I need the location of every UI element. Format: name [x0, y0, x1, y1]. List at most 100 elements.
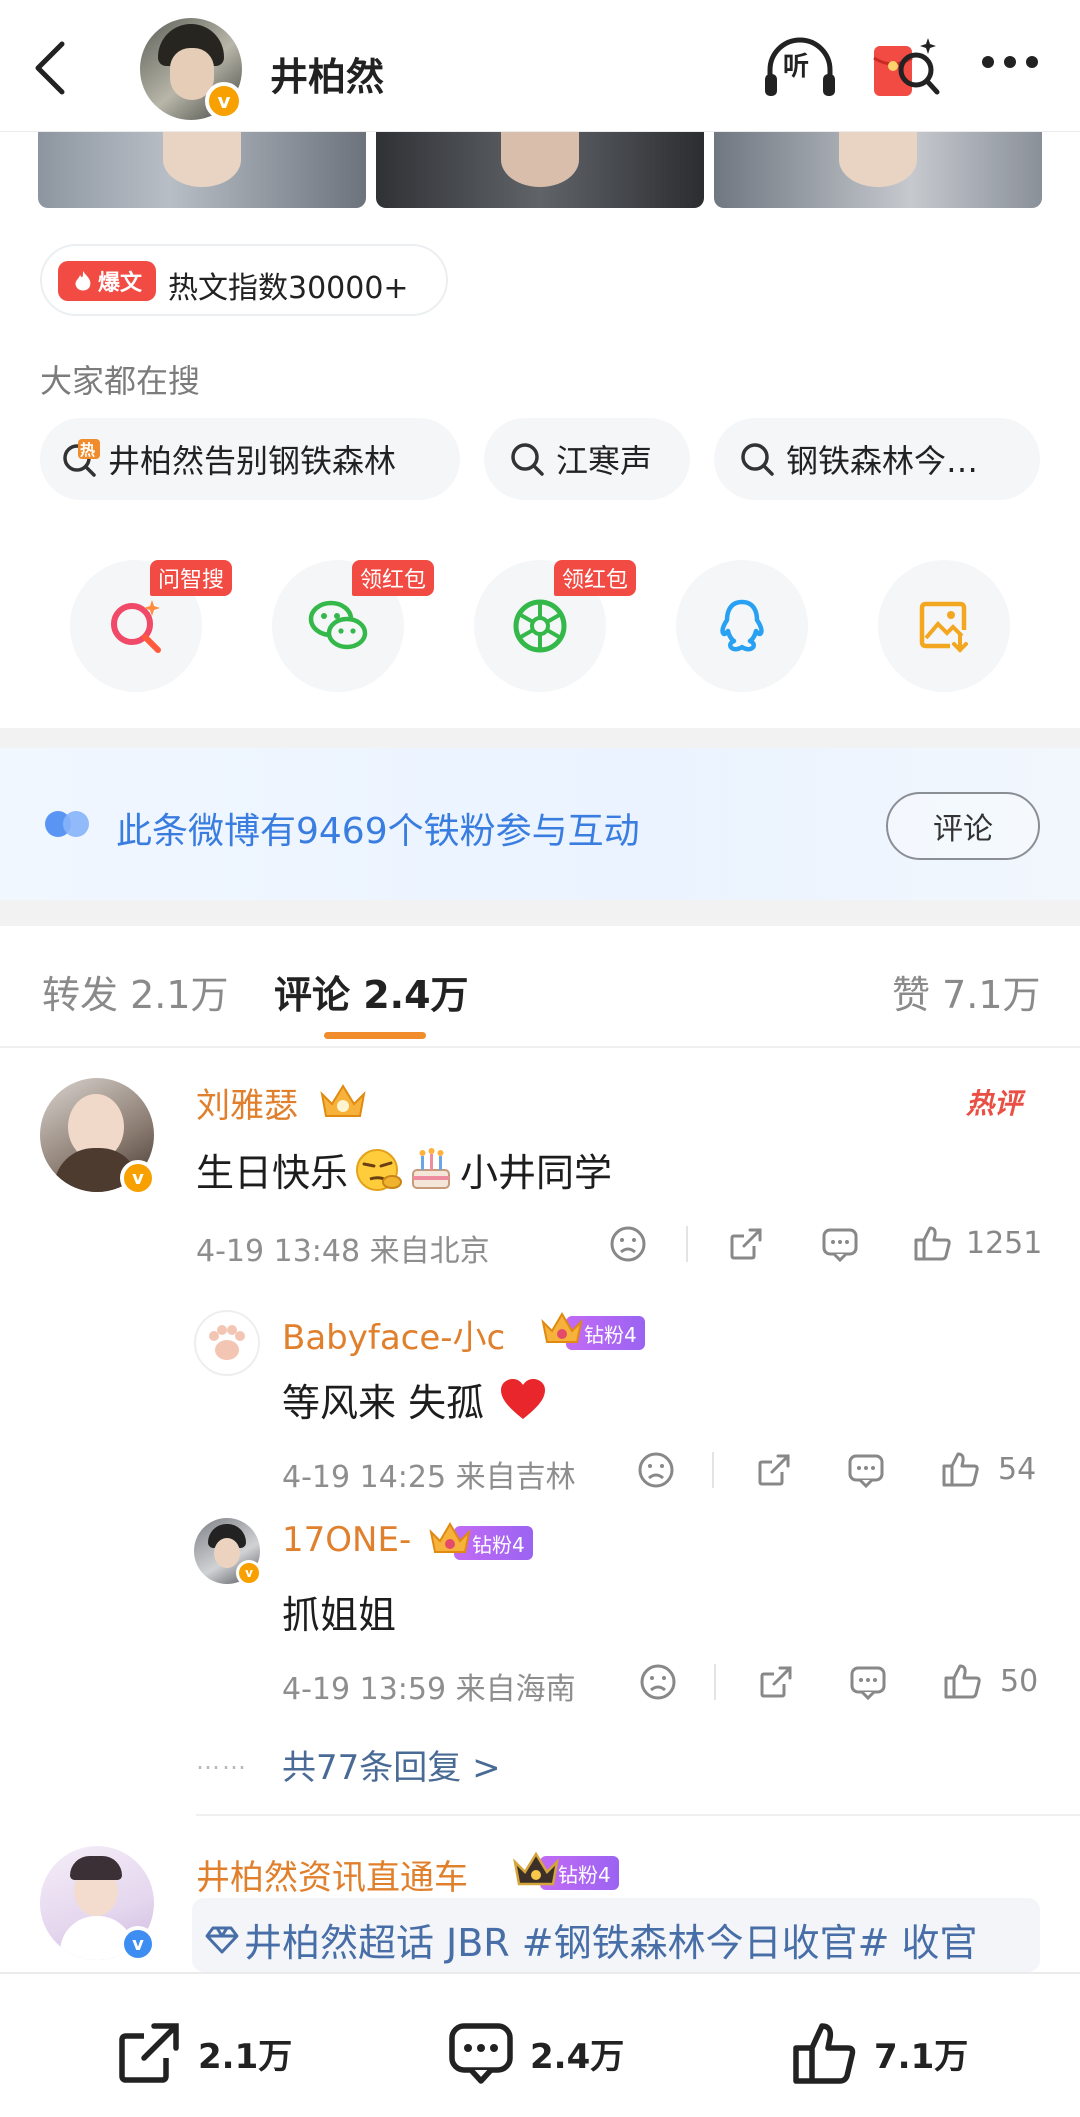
- headphone-icon[interactable]: 听: [762, 36, 838, 100]
- share-tag: 领红包: [554, 560, 637, 596]
- top-bar: v 井柏然 听: [0, 0, 1080, 132]
- comment-divider: [196, 1814, 1080, 1816]
- hot-article-tag: 爆文: [58, 261, 156, 301]
- meta-divider: [714, 1664, 716, 1700]
- like-icon[interactable]: [912, 1222, 954, 1268]
- supertopic-link[interactable]: 井柏然超话: [244, 1912, 434, 1967]
- comment-text-part: 生日快乐: [196, 1151, 349, 1195]
- tab-divider: [0, 1046, 1080, 1048]
- crown-icon: [428, 1520, 472, 1562]
- topic-text-row: 井柏然超话 JBR #钢铁森林今日收官# 收官: [204, 1912, 978, 1967]
- verified-icon: v: [120, 1926, 156, 1962]
- post-image[interactable]: [714, 132, 1042, 208]
- dislike-icon[interactable]: [638, 1662, 678, 1706]
- more-replies-link[interactable]: 共77条回复 >: [282, 1740, 501, 1789]
- dislike-icon[interactable]: [608, 1224, 648, 1268]
- cake-emoji-icon: [412, 1147, 451, 1189]
- search-heading: 大家都在搜: [40, 362, 201, 400]
- share-tag: 领红包: [352, 560, 435, 596]
- crown-icon: [512, 1850, 560, 1894]
- meta-divider: [712, 1452, 714, 1488]
- comment-text-part: 小井同学: [460, 1151, 613, 1195]
- reply-author-name[interactable]: Babyface-小c: [282, 1310, 505, 1359]
- time-text: 4-19 13:59: [282, 1672, 447, 1707]
- comment-icon[interactable]: [820, 1224, 860, 1268]
- location-text: 来自吉林: [455, 1460, 576, 1495]
- search-chip-label: 钢铁森林今…: [786, 442, 979, 480]
- like-button[interactable]: 7.1万: [790, 2018, 968, 2088]
- verified-icon: v: [236, 1560, 262, 1586]
- comment-count: 2.4万: [530, 2036, 625, 2077]
- verified-icon: v: [205, 82, 243, 120]
- time-text: 4-19 13:48: [196, 1234, 361, 1269]
- comment-button[interactable]: 评论: [886, 792, 1040, 860]
- search-chip[interactable]: 钢铁森林今…: [714, 418, 1040, 500]
- repost-button[interactable]: 2.1万: [114, 2018, 292, 2088]
- reply-time: 4-19 14:25 来自吉林: [282, 1452, 576, 1496]
- reply-text: 抓姐姐: [282, 1593, 397, 1637]
- search-chip[interactable]: 热 井柏然告别钢铁森林: [40, 418, 460, 500]
- meta-divider: [686, 1226, 688, 1262]
- verified-icon: v: [120, 1160, 156, 1196]
- share-icon[interactable]: [726, 1224, 766, 1268]
- back-icon[interactable]: [28, 38, 76, 98]
- smirk-emoji-icon: [356, 1148, 403, 1191]
- share-tag: 问智搜: [150, 560, 233, 596]
- comment-author-name[interactable]: 井柏然资讯直通车: [196, 1850, 468, 1899]
- save-image-icon[interactable]: [878, 560, 1010, 692]
- share-icon[interactable]: [754, 1450, 794, 1494]
- tab-comment[interactable]: 评论 2.4万: [274, 964, 469, 1019]
- active-tab-indicator: [324, 1032, 426, 1039]
- comment-action-button[interactable]: 2.4万: [446, 2018, 624, 2088]
- crown-icon: [318, 1080, 368, 1126]
- like-icon: [793, 2023, 856, 2084]
- like-icon[interactable]: [940, 1448, 982, 1494]
- search-chip-label: 井柏然告别钢铁森林: [108, 442, 397, 480]
- hot-comment-tag: 热评: [966, 1087, 1023, 1120]
- hot-article-tag-label: 爆文: [97, 271, 142, 296]
- like-count: 7.1万: [874, 2036, 969, 2077]
- supertopic-diamond-icon: [205, 1926, 239, 1953]
- share-icon[interactable]: [756, 1662, 796, 1706]
- topic-row[interactable]: 井柏然超话 JBR #钢铁森林今日收官# 收官: [192, 1898, 1040, 1972]
- reply-author-name[interactable]: 17ONE-: [282, 1520, 411, 1560]
- search-chip-label: 江寒声: [556, 442, 653, 480]
- comment-icon[interactable]: [848, 1662, 888, 1706]
- fan-icon: [44, 808, 92, 840]
- more-icon[interactable]: [980, 54, 1042, 78]
- comment-time: 4-19 13:48 来自北京: [196, 1226, 490, 1270]
- weibo-post-detail: v 井柏然 听 爆文 热文指数30000+ 大家都在搜 热 井柏然告别钢铁森林: [0, 0, 1080, 2117]
- reply-text-part: 等风来 失孤: [282, 1381, 485, 1425]
- listen-label: 听: [783, 52, 810, 82]
- reply-time: 4-19 13:59 来自海南: [282, 1664, 576, 1708]
- fan-banner-text: 此条微博有9469个铁粉参与互动: [116, 811, 640, 852]
- location-text: 来自北京: [369, 1234, 490, 1269]
- section-divider: [0, 900, 1080, 926]
- red-packet-search-icon[interactable]: [870, 32, 942, 104]
- like-icon[interactable]: [942, 1660, 984, 1706]
- comment-author-name[interactable]: 刘雅瑟: [196, 1078, 298, 1127]
- hot-mark: 热: [80, 441, 96, 459]
- like-count: 50: [1000, 1664, 1039, 1699]
- flame-icon: [75, 271, 91, 291]
- repost-count: 2.1万: [198, 2036, 293, 2077]
- post-image[interactable]: [376, 132, 704, 208]
- author-name[interactable]: 井柏然: [270, 46, 384, 101]
- bottom-action-bar: 2.1万 2.4万 7.1万: [0, 1972, 1080, 2117]
- comment-icon[interactable]: [846, 1450, 886, 1494]
- search-icon: [738, 439, 778, 479]
- dislike-icon[interactable]: [636, 1450, 676, 1494]
- more-replies-dots: ……: [196, 1747, 248, 1775]
- location-text: 来自海南: [455, 1672, 576, 1707]
- tab-repost[interactable]: 转发 2.1万: [42, 964, 229, 1019]
- like-count: 54: [998, 1452, 1037, 1487]
- qq-icon[interactable]: [676, 560, 808, 692]
- reply-text: 等风来 失孤: [282, 1372, 548, 1427]
- post-image[interactable]: [38, 132, 366, 208]
- search-chip[interactable]: 江寒声: [484, 418, 690, 500]
- comment-text: JBR #钢铁森林今日收官# 收官: [446, 1921, 978, 1965]
- hot-article-chip[interactable]: 爆文 热文指数30000+: [40, 244, 448, 316]
- time-text: 4-19 14:25: [282, 1460, 447, 1495]
- avatar[interactable]: [194, 1310, 260, 1376]
- tab-like[interactable]: 赞 7.1万: [892, 964, 1041, 1019]
